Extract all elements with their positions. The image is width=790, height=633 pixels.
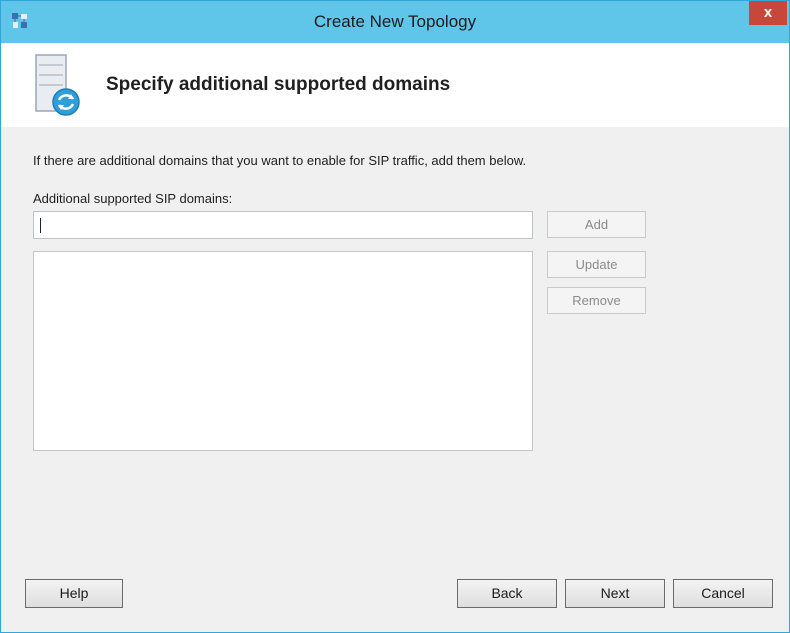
wizard-header: Specify additional supported domains bbox=[1, 43, 789, 127]
help-button[interactable]: Help bbox=[25, 579, 123, 608]
create-topology-dialog: Create New Topology x Specify additional… bbox=[0, 0, 790, 633]
next-button[interactable]: Next bbox=[565, 579, 665, 608]
instruction-text: If there are additional domains that you… bbox=[33, 153, 527, 168]
add-button[interactable]: Add bbox=[547, 211, 646, 238]
cancel-button[interactable]: Cancel bbox=[673, 579, 773, 608]
text-caret bbox=[40, 218, 41, 233]
update-button[interactable]: Update bbox=[547, 251, 646, 278]
sip-domain-input[interactable] bbox=[33, 211, 533, 239]
remove-button[interactable]: Remove bbox=[547, 287, 646, 314]
wizard-content: If there are additional domains that you… bbox=[1, 127, 789, 632]
title-bar[interactable]: Create New Topology x bbox=[1, 1, 789, 43]
sip-domains-list[interactable] bbox=[33, 251, 533, 451]
server-sync-icon bbox=[33, 53, 85, 117]
window-title: Create New Topology bbox=[313, 12, 477, 31]
sip-domains-label: Additional supported SIP domains: bbox=[33, 191, 233, 206]
back-button[interactable]: Back bbox=[457, 579, 557, 608]
page-title: Specify additional supported domains bbox=[106, 74, 451, 95]
close-button[interactable]: x bbox=[749, 1, 787, 25]
